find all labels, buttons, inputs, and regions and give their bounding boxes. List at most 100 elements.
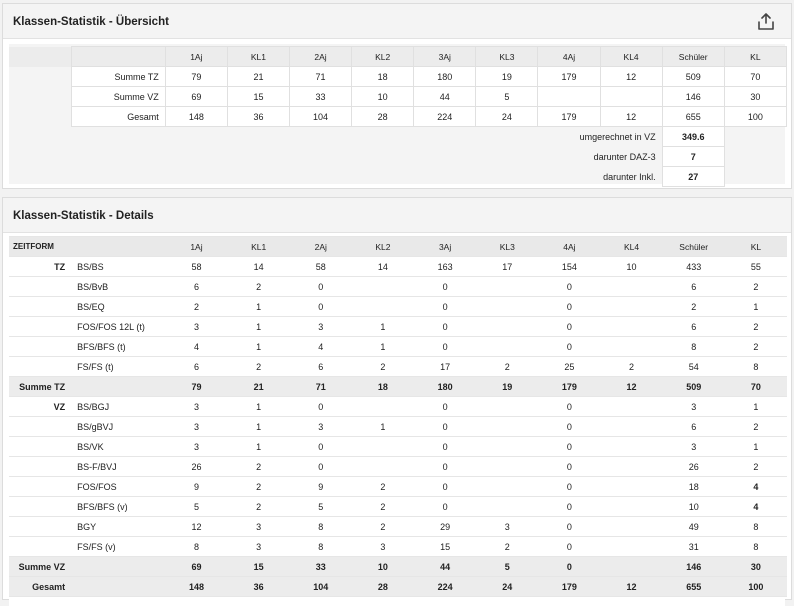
value-cell: 55 [724, 256, 787, 277]
value-cell: 1 [227, 316, 290, 337]
total-value: 36 [227, 576, 290, 597]
school-type: BGY [71, 516, 166, 537]
group-label [9, 456, 72, 477]
value-cell: 8 [724, 516, 787, 537]
value-cell [476, 496, 539, 517]
sum-value: 146 [662, 556, 725, 577]
value-cell: 5 [165, 496, 228, 517]
value-cell: 6 [662, 416, 725, 437]
details-sum-row: Summe TZ 79 21 71 18 180 19 179 12 509 70 [9, 376, 787, 397]
value-cell: 1 [351, 316, 415, 337]
sum-label: Summe TZ [9, 376, 72, 397]
overview-extra-row: darunter Inkl. 27 [9, 166, 787, 187]
sum-value [600, 556, 663, 577]
value-cell [476, 476, 539, 497]
value-cell: 2 [662, 296, 725, 317]
value-cell: 44 [413, 86, 477, 107]
value-cell: 71 [288, 66, 353, 87]
row-label: Gesamt [70, 106, 166, 127]
value-cell: 0 [289, 456, 352, 477]
column-header: KL1 [226, 46, 291, 67]
value-cell [600, 436, 663, 457]
group-label [9, 316, 72, 337]
export-tray-icon[interactable] [755, 11, 777, 33]
column-header: KL [723, 46, 788, 67]
group-label [9, 296, 72, 317]
value-cell: 6 [165, 276, 228, 297]
value-cell: 0 [538, 476, 601, 497]
extra-label: darunter DAZ-3 [593, 151, 656, 162]
value-cell: 0 [289, 436, 352, 457]
value-cell [600, 516, 663, 537]
value-cell: 5 [289, 496, 352, 517]
value-cell: 49 [662, 516, 725, 537]
total-value: 224 [414, 576, 477, 597]
value-cell [476, 336, 539, 357]
overview-extra-row: umgerechnet in VZ 349.6 [9, 126, 787, 147]
value-cell: 30 [723, 86, 788, 107]
value-cell: 6 [165, 356, 228, 377]
value-cell: 10 [662, 496, 725, 517]
details-row: BFS/BFS (t) 4 1 4 1 0 0 8 2 [9, 336, 787, 357]
group-label [9, 356, 72, 377]
value-cell: 9 [289, 476, 352, 497]
blank-cell [9, 67, 71, 87]
value-cell [600, 456, 663, 477]
value-cell: 2 [165, 296, 228, 317]
value-cell: 2 [476, 536, 539, 557]
column-header: KL3 [476, 236, 539, 257]
value-cell [476, 316, 539, 337]
value-cell: 148 [164, 106, 228, 127]
value-cell: 3 [165, 316, 228, 337]
value-cell: 33 [288, 86, 353, 107]
details-row: BFS/BFS (v) 5 2 5 2 0 0 10 4 [9, 496, 787, 517]
value-cell: 2 [476, 356, 539, 377]
value-cell: 0 [538, 536, 601, 557]
extra-label: darunter Inkl. [603, 171, 656, 182]
value-cell: 24 [475, 106, 539, 127]
value-cell: 17 [414, 356, 477, 377]
blank-cell [724, 147, 786, 167]
value-cell: 79 [164, 66, 228, 87]
value-cell: 69 [164, 86, 228, 107]
value-cell [600, 496, 663, 517]
value-cell: 3 [289, 316, 352, 337]
details-body: ZEITFORM 1Aj KL1 2Aj KL2 3Aj KL3 4Aj KL4 Schüler K… [9, 236, 787, 606]
value-cell: 0 [538, 456, 601, 477]
value-cell: 4 [289, 336, 352, 357]
group-label: VZ [9, 396, 72, 417]
column-header: 3Aj [414, 236, 477, 257]
total-value: 104 [289, 576, 352, 597]
column-header: 3Aj [413, 46, 477, 67]
overview-table: 1Aj KL1 2Aj KL2 3Aj KL3 4Aj KL4 Schüler KL Summe T… [9, 46, 788, 187]
total-value: 179 [538, 576, 601, 597]
value-cell: 3 [165, 396, 228, 417]
group-label [9, 516, 72, 537]
value-cell: 2 [351, 496, 415, 517]
details-header-row: ZEITFORM 1Aj KL1 2Aj KL2 3Aj KL3 4Aj KL4 Schüler K… [9, 236, 787, 257]
value-cell: 3 [662, 396, 725, 417]
group-label [9, 336, 72, 357]
value-cell [599, 86, 663, 107]
column-header: KL1 [227, 236, 290, 257]
details-row: VZ BS/BGJ 3 1 0 0 0 3 1 [9, 396, 787, 417]
value-cell: 0 [538, 296, 601, 317]
value-cell: 1 [724, 396, 787, 417]
value-cell: 21 [226, 66, 291, 87]
value-cell: 146 [661, 86, 725, 107]
value-cell: 1 [227, 396, 290, 417]
school-type: BS/VK [71, 436, 166, 457]
value-cell [600, 476, 663, 497]
value-cell: 3 [289, 416, 352, 437]
value-cell: 19 [475, 66, 539, 87]
value-cell: 0 [414, 416, 477, 437]
column-header: Schüler [662, 236, 725, 257]
value-cell: 8 [724, 536, 787, 557]
value-cell: 0 [538, 436, 601, 457]
column-header: KL2 [351, 46, 415, 67]
value-cell: 4 [724, 496, 787, 517]
school-type: BS/BvB [71, 276, 166, 297]
value-cell [600, 296, 663, 317]
total-label: Gesamt [9, 576, 72, 597]
sum-value: 71 [289, 376, 352, 397]
